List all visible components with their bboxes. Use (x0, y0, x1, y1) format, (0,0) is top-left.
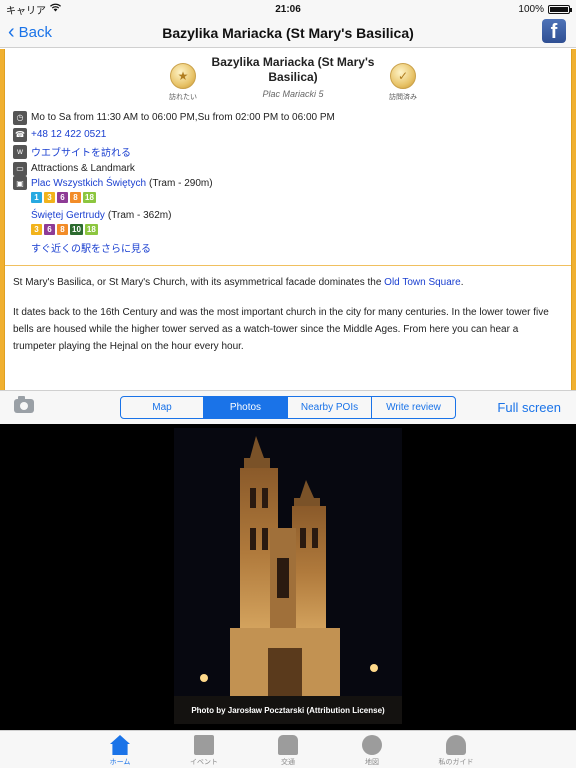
phone-row: ☎ +48 12 422 0521 (13, 126, 563, 143)
train-icon: ▣ (13, 176, 27, 190)
folder-icon: ▭ (13, 161, 27, 176)
phone-icon: ☎ (13, 127, 27, 142)
media-toolbar: Map Photos Nearby POIs Write review Full… (0, 390, 576, 424)
wifi-icon (50, 3, 61, 15)
website-link[interactable]: ウエブサイトを訪れる (31, 144, 131, 159)
opening-hours: Mo to Sa from 11:30 AM to 06:00 PM,Su fr… (31, 112, 335, 123)
description-text: . (460, 277, 464, 288)
facebook-icon[interactable]: f (542, 19, 566, 43)
tab-map[interactable]: Map (121, 397, 204, 418)
poi-card[interactable]: ★ 訪れたい Bazylika Mariacka (St Mary's Basi… (4, 49, 572, 390)
tram-line-badge: 18 (83, 192, 96, 203)
tram-line-badge: 10 (70, 224, 83, 235)
tab-photos[interactable]: Photos (204, 397, 288, 418)
battery-icon (548, 4, 572, 14)
category-label: Attractions & Landmark (31, 163, 135, 174)
tab-my-guide[interactable]: 私のガイド (433, 735, 479, 768)
visited-button[interactable]: ✓ 訪問済み (383, 63, 423, 102)
poi-address: Plac Mariacki 5 (262, 89, 324, 99)
bottom-tab-bar: ホーム イベント 交通 地図 私のガイド (0, 730, 576, 768)
tram-line-badge: 6 (57, 192, 68, 203)
tram-line-badge: 18 (84, 224, 98, 235)
visited-label: 訪問済み (389, 94, 417, 101)
chevron-left-icon: ‹ (8, 21, 15, 43)
tab-write-review[interactable]: Write review (372, 397, 455, 418)
category-row: ▭ Attractions & Landmark (13, 160, 563, 177)
tab-map-nav[interactable]: 地図 (349, 735, 395, 768)
poi-header: ★ 訪れたい Bazylika Mariacka (St Mary's Basi… (13, 53, 563, 109)
stop-distance: (Tram - 362m) (107, 209, 172, 221)
person-icon (446, 735, 466, 755)
transit-stops: Plac Wszystkich Świętych (Tram - 290m) 1… (31, 176, 563, 236)
stop-distance: (Tram - 290m) (149, 177, 213, 189)
status-time: 21:06 (275, 3, 301, 15)
medal-icon: ★ (170, 63, 196, 89)
basilica-photo[interactable] (174, 428, 402, 724)
www-icon: w (13, 144, 27, 159)
back-button[interactable]: ‹ Back (8, 22, 52, 42)
stop-item: Plac Wszystkich Świętych (Tram - 290m) (31, 176, 563, 190)
old-town-square-link[interactable]: Old Town Square (384, 277, 461, 288)
tab-nearby-pois[interactable]: Nearby POIs (288, 397, 372, 418)
navigation-bar: ‹ Back Bazylika Mariacka (St Mary's Basi… (0, 18, 576, 48)
tram-line-badge: 8 (70, 192, 81, 203)
stop-item: Świętej Gertrudy (Tram - 362m) (31, 208, 563, 222)
more-stations-link[interactable]: すぐ近くの駅をさらに見る (31, 240, 563, 255)
hours-row: ◷ Mo to Sa from 11:30 AM to 06:00 PM,Su … (13, 109, 563, 126)
tram-lines: 3 6 8 10 18 (31, 224, 563, 236)
camera-icon[interactable] (14, 396, 34, 413)
website-row: w ウエブサイトを訪れる (13, 143, 563, 160)
tab-events[interactable]: イベント (181, 735, 227, 768)
globe-icon (362, 735, 382, 755)
photo-viewer[interactable]: Photo by Jarosław Pocztarski (Attributio… (0, 424, 576, 730)
status-bar: キャリア 21:06 100% (0, 0, 576, 18)
tab-label: イベント (190, 759, 218, 766)
tram-line-badge: 8 (57, 224, 68, 235)
description-paragraph: It dates back to the 16th Century and wa… (13, 307, 549, 352)
page-title: Bazylika Mariacka (St Mary's Basilica) (162, 25, 414, 41)
divider (5, 265, 571, 266)
tab-label: ホーム (109, 759, 131, 766)
tram-line-badge: 3 (31, 224, 42, 235)
photo-caption: Photo by Jarosław Pocztarski (Attributio… (191, 706, 385, 715)
stop-link[interactable]: Plac Wszystkich Świętych (31, 178, 146, 189)
tab-label: 私のガイド (438, 759, 474, 766)
want-to-visit-label: 訪れたい (169, 94, 197, 101)
clock-icon: ◷ (13, 110, 27, 125)
tram-line-badge: 6 (44, 224, 55, 235)
tram-line-badge: 3 (44, 192, 55, 203)
stop-link[interactable]: Świętej Gertrudy (31, 210, 105, 221)
tab-transport[interactable]: 交通 (265, 735, 311, 768)
poi-detail-panel: ★ 訪れたい Bazylika Mariacka (St Mary's Basi… (0, 49, 576, 390)
want-to-visit-button[interactable]: ★ 訪れたい (163, 63, 203, 102)
train-icon (278, 735, 298, 755)
view-segmented-control: Map Photos Nearby POIs Write review (120, 396, 456, 419)
full-screen-button[interactable]: Full screen (497, 400, 561, 415)
tab-label: 地図 (365, 759, 379, 766)
home-icon (110, 735, 130, 755)
poi-title: Bazylika Mariacka (St Mary's Basilica) (211, 55, 375, 84)
tram-line-badge: 1 (31, 192, 42, 203)
medal-icon: ✓ (390, 63, 416, 89)
calendar-icon (194, 735, 214, 755)
description-text: St Mary's Basilica, or St Mary's Church,… (13, 277, 385, 288)
tab-home[interactable]: ホーム (97, 735, 143, 768)
tram-lines: 1 3 6 8 18 (31, 192, 563, 204)
tab-label: 交通 (281, 759, 295, 766)
back-label: Back (18, 23, 53, 41)
description-paragraph: St Mary's Basilica, or St Mary's Church,… (13, 274, 563, 291)
phone-link[interactable]: +48 12 422 0521 (31, 129, 106, 140)
carrier-label: キャリア (6, 5, 46, 17)
battery-percent: 100% (518, 3, 544, 15)
